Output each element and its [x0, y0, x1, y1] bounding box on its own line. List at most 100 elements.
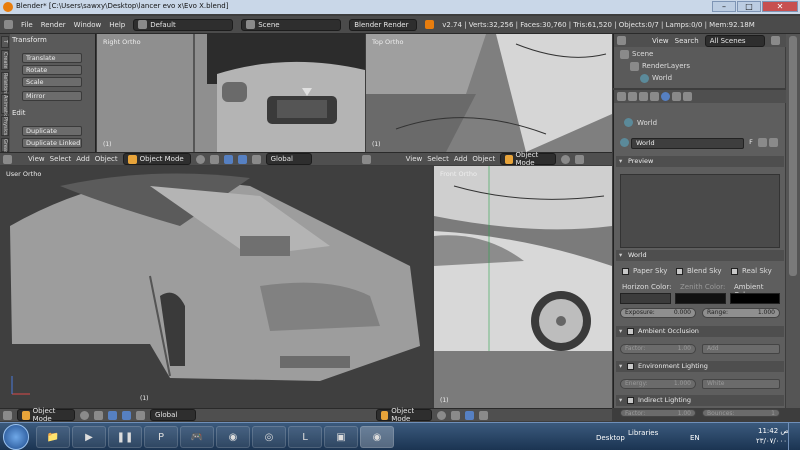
tab-grease[interactable]: Grease: [1, 138, 9, 157]
viewport-top-ortho[interactable]: Top Ortho (1): [366, 34, 612, 152]
menu-select[interactable]: Select: [50, 155, 72, 163]
clock-time[interactable]: 11:42 ص: [758, 427, 789, 435]
menu-select[interactable]: Select: [427, 155, 449, 163]
viewport-front-ortho[interactable]: Front Ortho (1): [434, 166, 612, 408]
constraints-tab-icon[interactable]: [683, 92, 692, 101]
fake-user-button[interactable]: F: [746, 138, 756, 149]
viewport-user-ortho[interactable]: User Ortho (1): [0, 166, 432, 408]
shading-icon[interactable]: [561, 154, 571, 164]
pixel-app-taskbar-icon[interactable]: P: [144, 426, 178, 448]
render-engine-selector[interactable]: Blender Render: [349, 18, 418, 31]
app-taskbar-icon[interactable]: ❚❚: [108, 426, 142, 448]
outliner-search-menu[interactable]: Search: [675, 37, 699, 45]
properties-editor-icon[interactable]: [617, 92, 626, 101]
language-indicator[interactable]: EN: [690, 434, 700, 442]
world-panel-header[interactable]: World: [616, 250, 784, 261]
horizon-color-swatch[interactable]: [620, 293, 671, 304]
tab-relations[interactable]: Relations: [1, 72, 9, 96]
indirect-bounces-field[interactable]: Bounces: 1: [702, 409, 780, 417]
rotate-button[interactable]: Rotate: [22, 65, 82, 75]
real-sky-checkbox[interactable]: Real Sky: [731, 267, 772, 275]
ao-blend-selector[interactable]: Add: [702, 344, 780, 354]
world-tab-icon[interactable]: [661, 92, 670, 101]
checkbox[interactable]: [622, 267, 629, 275]
blender-taskbar-icon[interactable]: ◉: [216, 426, 250, 448]
scene-tab-icon[interactable]: [650, 92, 659, 101]
blender-active-taskbar-icon[interactable]: ◉: [360, 426, 394, 448]
menu-view[interactable]: View: [28, 155, 45, 163]
libraries-toolbar[interactable]: Libraries: [628, 429, 658, 437]
render-tab-icon[interactable]: [628, 92, 637, 101]
outliner-editor-icon[interactable]: [617, 36, 626, 45]
blend-sky-checkbox[interactable]: Blend Sky: [676, 267, 722, 275]
indirect-checkbox[interactable]: [627, 397, 634, 404]
exposure-field[interactable]: Exposure: 0.000: [620, 308, 696, 318]
translate-manipulator-icon[interactable]: [122, 410, 131, 420]
mode-selector[interactable]: Object Mode: [376, 407, 432, 423]
window-scrollbar[interactable]: [786, 34, 800, 408]
shading-icon[interactable]: [80, 410, 89, 420]
scene-selector[interactable]: Scene: [241, 18, 342, 31]
pivot-icon[interactable]: [451, 410, 460, 420]
outliner-item-scene[interactable]: Scene: [620, 49, 653, 59]
info-editor-icon[interactable]: [4, 20, 13, 29]
layers-icon[interactable]: [479, 410, 488, 420]
env-checkbox[interactable]: [627, 363, 634, 370]
mode-selector[interactable]: Object Mode: [17, 407, 75, 423]
tab-create[interactable]: Create: [1, 50, 9, 70]
indirect-lighting-panel-header[interactable]: Indirect Lighting: [616, 395, 784, 406]
menu-object[interactable]: Object: [472, 155, 495, 163]
edit-panel-header[interactable]: Edit: [12, 109, 94, 120]
outliner-item-world[interactable]: World: [640, 73, 672, 83]
menu-object[interactable]: Object: [95, 155, 118, 163]
media-player-taskbar-icon[interactable]: ▶: [72, 426, 106, 448]
ao-checkbox[interactable]: [627, 328, 634, 335]
object-tab-icon[interactable]: [672, 92, 681, 101]
start-button[interactable]: [3, 424, 29, 450]
desktop-toolbar[interactable]: Desktop: [596, 434, 625, 442]
checkbox[interactable]: [731, 267, 738, 275]
editor-type-icon[interactable]: [3, 410, 12, 420]
translate-button[interactable]: Translate: [22, 53, 82, 63]
transform-panel-header[interactable]: Transform: [12, 36, 94, 47]
pivot-icon[interactable]: [575, 154, 585, 164]
league-taskbar-icon[interactable]: L: [288, 426, 322, 448]
clock-date[interactable]: ٢٣/٠٧/٠٠٠: [756, 437, 787, 445]
rotate-manipulator-icon[interactable]: [251, 154, 261, 164]
window-taskbar-icon[interactable]: ▣: [324, 426, 358, 448]
environment-lighting-panel-header[interactable]: Environment Lighting: [616, 361, 784, 372]
shading-icon[interactable]: [437, 410, 446, 420]
tab-tools[interactable]: T: [1, 36, 9, 48]
maximize-button[interactable]: □: [737, 1, 761, 12]
zenith-color-swatch[interactable]: [675, 293, 726, 304]
outliner-filter-selector[interactable]: All Scenes: [704, 34, 765, 47]
mode-selector[interactable]: Object Mode: [500, 151, 557, 167]
menu-file[interactable]: File: [21, 21, 33, 29]
menu-add[interactable]: Add: [76, 155, 90, 163]
world-name-field[interactable]: World: [631, 138, 744, 149]
scale-button[interactable]: Scale: [22, 77, 82, 87]
game-taskbar-icon[interactable]: 🎮: [180, 426, 214, 448]
viewport-right-ortho[interactable]: Right Ortho (1): [97, 34, 365, 152]
tab-physics[interactable]: Physics: [1, 116, 9, 136]
env-energy-field[interactable]: Energy: 1.000: [620, 379, 696, 389]
mode-selector[interactable]: Object Mode: [122, 153, 191, 165]
pivot-icon[interactable]: [94, 410, 103, 420]
scrollbar-thumb[interactable]: [789, 36, 797, 276]
ao-factor-field[interactable]: Factor: 1.00: [620, 344, 696, 354]
preview-panel-header[interactable]: Preview: [616, 156, 784, 167]
checkbox[interactable]: [676, 267, 683, 275]
manipulator-icon[interactable]: [108, 410, 117, 420]
paper-sky-checkbox[interactable]: Paper Sky: [622, 267, 667, 275]
shading-icon[interactable]: [195, 154, 205, 164]
tab-animation[interactable]: Animation: [1, 94, 9, 121]
translate-manipulator-icon[interactable]: [237, 154, 247, 164]
rotate-manipulator-icon[interactable]: [136, 410, 145, 420]
minimize-button[interactable]: –: [712, 1, 736, 12]
close-button[interactable]: ✕: [762, 1, 798, 12]
menu-window[interactable]: Window: [74, 21, 102, 29]
add-world-icon[interactable]: [758, 138, 767, 147]
orientation-selector[interactable]: Global: [265, 153, 312, 165]
orientation-selector[interactable]: Global: [150, 409, 196, 421]
menu-view[interactable]: View: [406, 155, 423, 163]
